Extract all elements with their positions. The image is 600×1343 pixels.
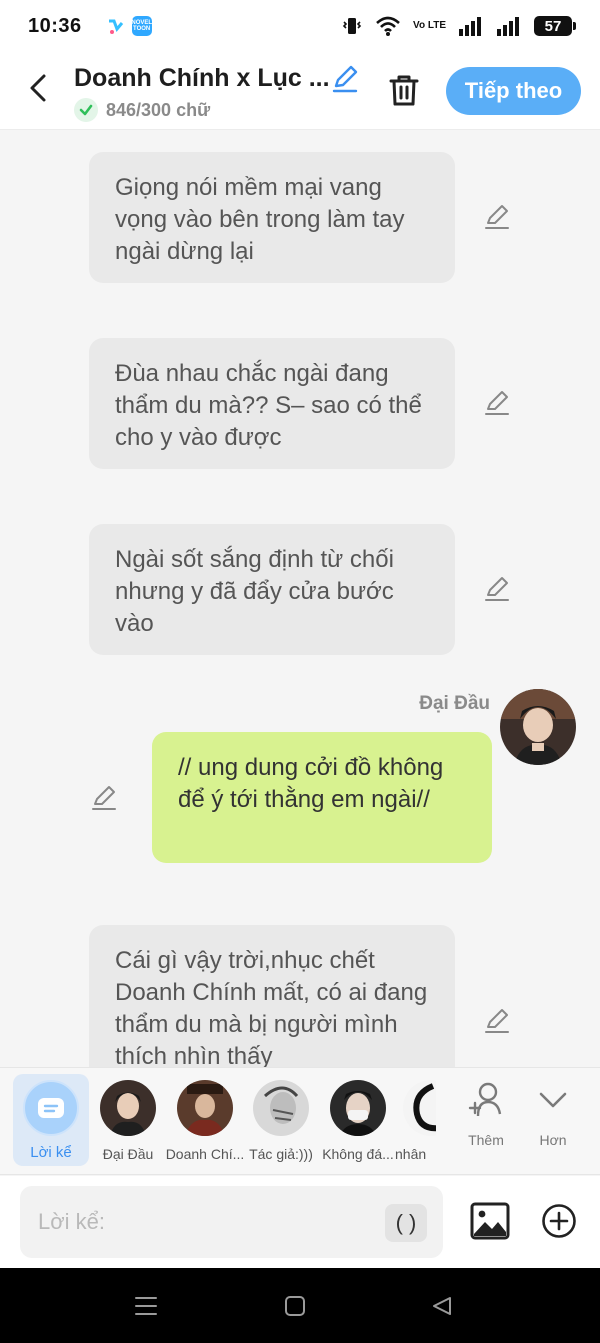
plus-circle-icon (542, 1204, 576, 1238)
menu-icon (135, 1297, 157, 1315)
character-label: Doanh Chí... (165, 1146, 245, 1162)
check-icon (74, 98, 98, 122)
character-avatar (253, 1080, 309, 1136)
status-app-badges: NOVEL TOON (105, 16, 152, 36)
story-title: Doanh Chính x Lục ... (74, 64, 330, 92)
message-text: Đùa nhau chắc ngài đang thẩm du mà?? S– … (115, 360, 422, 451)
sender-name: Đại Đầu (419, 693, 490, 714)
system-nav-bar (0, 1268, 600, 1343)
narration-bubble[interactable]: Ngài sốt sắng định từ chối nhưng y đã đẩ… (89, 524, 455, 655)
narration-bubble[interactable]: Đùa nhau chắc ngài đang thẩm du mà?? S– … (89, 338, 455, 469)
character-avatar (330, 1080, 386, 1136)
character-item[interactable]: nhân (393, 1068, 436, 1176)
character-item[interactable]: Tác giả:))) (243, 1068, 319, 1176)
notification-app-icon (105, 16, 126, 36)
edit-message-button[interactable] (482, 575, 512, 605)
editor-header: Doanh Chính x Lục ... 846/300 chữ Tiếp t… (0, 52, 600, 130)
word-count-row: 846/300 chữ (74, 98, 210, 122)
chevron-down-icon (539, 1092, 567, 1108)
next-button[interactable]: Tiếp theo (446, 67, 581, 115)
back-button[interactable] (20, 70, 56, 106)
character-label: nhân (395, 1146, 427, 1162)
character-item[interactable]: Đại Đầu (90, 1068, 166, 1176)
document-icon (23, 1080, 79, 1136)
word-count: 846/300 chữ (106, 99, 211, 120)
narration-bubble[interactable]: Cái gì vậy trời,nhục chết Doanh Chính mấ… (89, 925, 455, 1067)
edit-message-button[interactable] (482, 389, 512, 419)
insert-image-button[interactable] (470, 1202, 510, 1240)
back-triangle-icon (433, 1297, 451, 1315)
home-button[interactable] (283, 1294, 307, 1318)
character-item[interactable]: Không đá... (320, 1068, 396, 1176)
battery-indicator: 57 (534, 16, 576, 36)
trash-icon (389, 75, 419, 106)
recent-apps-button[interactable] (134, 1294, 158, 1318)
network-label: Vo LTE (413, 20, 446, 31)
self-bubble[interactable]: // ung dung cởi đồ không để ý tới thằng … (152, 732, 492, 863)
back-arrow-icon (30, 74, 46, 102)
message-text: Cái gì vậy trời,nhục chết Doanh Chính mấ… (115, 947, 428, 1067)
edit-message-button[interactable] (482, 203, 512, 233)
vibrate-icon (341, 15, 363, 37)
chat-area[interactable]: Giọng nói mềm mại vang vọng vào bên tron… (0, 131, 600, 1067)
character-avatar (177, 1080, 233, 1136)
message-text: Giọng nói mềm mại vang vọng vào bên tron… (115, 174, 405, 265)
more-button[interactable]: Hơn (523, 1080, 583, 1148)
composer: ( ) (0, 1176, 600, 1268)
more-label: Hơn (539, 1132, 567, 1148)
sender-avatar[interactable] (500, 689, 576, 765)
edit-message-button[interactable] (89, 784, 119, 814)
pencil-icon (485, 391, 509, 415)
add-character-label: Thêm (468, 1132, 504, 1148)
pencil-icon (332, 65, 358, 93)
status-bar: 10:36 NOVEL TOON Vo LTE 57 (0, 0, 600, 52)
add-character-button[interactable]: Thêm (456, 1080, 516, 1148)
delete-button[interactable] (386, 72, 422, 108)
character-label: Tác giả:))) (249, 1146, 313, 1162)
pencil-icon (485, 205, 509, 229)
message-text: Ngài sốt sắng định từ chối nhưng y đã đẩ… (115, 546, 394, 637)
edit-title-button[interactable] (330, 64, 362, 96)
wifi-icon (375, 15, 401, 37)
image-icon (470, 1202, 510, 1240)
narrator-label: Lời kể (30, 1144, 72, 1161)
home-icon (285, 1296, 305, 1316)
pencil-icon (485, 1009, 509, 1033)
edit-message-button[interactable] (482, 1007, 512, 1037)
narration-bubble[interactable]: Giọng nói mềm mại vang vọng vào bên tron… (89, 152, 455, 283)
parentheses-button[interactable]: ( ) (385, 1204, 427, 1242)
signal-icon (458, 15, 484, 37)
pencil-icon (92, 786, 116, 810)
system-back-button[interactable] (430, 1294, 454, 1318)
novel-toon-badge: NOVEL TOON (131, 16, 152, 36)
character-avatar (403, 1080, 436, 1136)
character-label: Không đá... (322, 1146, 394, 1162)
narration-input[interactable] (20, 1186, 443, 1258)
character-item[interactable]: Doanh Chí... (166, 1068, 244, 1176)
character-bar: Lời kể Đại Đầu Doanh Chí... Tác giả:))) … (0, 1067, 600, 1175)
pencil-icon (485, 577, 509, 601)
status-icons: Vo LTE 57 (341, 15, 576, 37)
add-more-button[interactable] (541, 1203, 577, 1239)
add-person-icon (468, 1082, 502, 1117)
message-text: // ung dung cởi đồ không để ý tới thằng … (178, 754, 444, 813)
character-label: Đại Đầu (102, 1146, 154, 1162)
status-time: 10:36 (28, 14, 82, 37)
signal-icon-2 (496, 15, 522, 37)
character-avatar (100, 1080, 156, 1136)
narrator-selector[interactable]: Lời kể (13, 1074, 89, 1166)
